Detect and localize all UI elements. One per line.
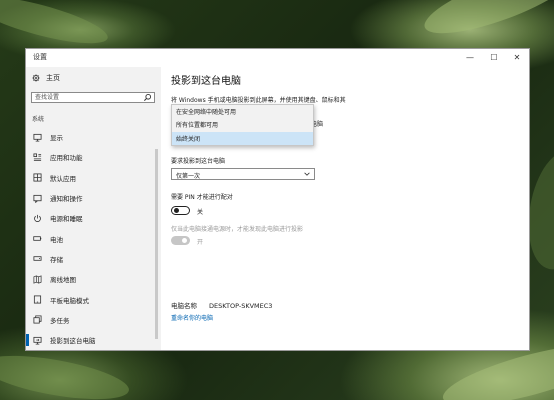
power-toggle-state: 开 xyxy=(197,239,204,246)
dropdown-option[interactable]: 所有位置都可用 xyxy=(172,118,313,131)
pin-toggle[interactable] xyxy=(171,206,190,215)
project-icon xyxy=(32,336,42,345)
search-box[interactable] xyxy=(31,92,155,103)
window-title: 设置 xyxy=(33,53,47,61)
sidebar-item-apps[interactable]: 应用和功能 xyxy=(26,147,161,167)
chevron-down-icon xyxy=(304,172,310,176)
close-button[interactable]: ✕ xyxy=(506,49,528,65)
search-input[interactable] xyxy=(32,93,135,102)
ask-label: 要求投影到这台电脑 xyxy=(171,158,226,165)
pc-name-value: DESKTOP-SKVMEC3 xyxy=(209,302,273,310)
sidebar-item-label: 应用和功能 xyxy=(50,154,83,163)
apps-icon xyxy=(32,153,41,161)
rename-pc-link[interactable]: 重命名你的电脑 xyxy=(171,313,213,322)
main-content: 投影到这台电脑 将 Windows 手机或电脑投影到此屏幕，并使用其键盘、鼠标和… xyxy=(171,67,529,350)
dropdown-option[interactable]: 在安全网络中随处可用 xyxy=(172,105,313,118)
sidebar-item-label: 多任务 xyxy=(50,316,70,325)
sidebar-item-label: 离线地图 xyxy=(50,276,76,285)
title-bar[interactable]: 设置 — ☐ ✕ xyxy=(26,49,529,67)
sidebar-item-default-apps[interactable]: 默认应用 xyxy=(26,168,161,188)
sidebar-item-label: 默认应用 xyxy=(50,174,76,183)
sidebar: 主页 系统 显示 应用和功能 默认应用 通知和操作 xyxy=(26,67,161,350)
minimize-button[interactable]: — xyxy=(459,49,481,65)
section-heading: 系统 xyxy=(32,116,45,123)
sidebar-item-label: 电池 xyxy=(50,235,63,244)
home-link[interactable]: 主页 xyxy=(32,73,60,83)
maximize-button[interactable]: ☐ xyxy=(483,49,505,65)
sidebar-item-storage[interactable]: 存储 xyxy=(26,249,161,269)
sidebar-item-battery[interactable]: 电池 xyxy=(26,228,161,248)
sidebar-item-label: 通知和操作 xyxy=(50,195,83,204)
sidebar-item-label: 存储 xyxy=(50,255,63,264)
sidebar-item-label: 投影到这台电脑 xyxy=(50,337,96,346)
sidebar-item-power[interactable]: 电源和睡眠 xyxy=(26,208,161,228)
ask-select[interactable]: 仅第一次 xyxy=(171,168,315,180)
ask-select-value: 仅第一次 xyxy=(176,173,201,180)
sidebar-item-display[interactable]: 显示 xyxy=(26,127,161,147)
notifications-icon xyxy=(32,194,42,203)
default-apps-icon xyxy=(32,173,42,182)
power-toggle[interactable] xyxy=(171,236,190,245)
sidebar-item-label: 平板电脑模式 xyxy=(50,296,89,305)
battery-icon xyxy=(32,236,41,241)
multitask-icon xyxy=(32,315,42,324)
description-text: 将 Windows 手机或电脑投影到此屏幕，并使用其键盘、鼠标和其 xyxy=(171,97,346,104)
gear-icon xyxy=(32,74,40,82)
display-icon xyxy=(32,133,42,142)
map-icon xyxy=(33,275,41,284)
sidebar-item-label: 电源和睡眠 xyxy=(50,215,83,224)
dropdown-option-selected[interactable]: 始终关闭 xyxy=(172,131,313,145)
tablet-icon xyxy=(33,295,41,304)
sidebar-item-tablet-mode[interactable]: 平板电脑模式 xyxy=(26,289,161,309)
pc-name-label: 电脑名称 xyxy=(171,302,197,310)
sidebar-item-notifications[interactable]: 通知和操作 xyxy=(26,188,161,208)
page-title: 投影到这台电脑 xyxy=(171,76,241,87)
power-label: 仅当此电脑接通电源时，才能发现此电脑进行投影 xyxy=(171,226,304,233)
power-icon xyxy=(33,214,41,222)
home-label: 主页 xyxy=(46,74,60,82)
sidebar-item-multitasking[interactable]: 多任务 xyxy=(26,310,161,330)
sidebar-nav: 显示 应用和功能 默认应用 通知和操作 电源和睡眠 电池 存储 离线地图 平板电… xyxy=(26,127,161,350)
sidebar-item-offline-maps[interactable]: 离线地图 xyxy=(26,269,161,289)
sidebar-item-project-to-pc[interactable]: 投影到这台电脑 xyxy=(26,330,161,350)
sidebar-scrollbar[interactable] xyxy=(155,149,158,339)
availability-dropdown-menu[interactable]: 在安全网络中随处可用 所有位置都可用 始终关闭 xyxy=(171,104,314,146)
pin-toggle-state: 关 xyxy=(197,209,204,216)
storage-icon xyxy=(32,256,42,262)
pc-name-row: 电脑名称 DESKTOP-SKVMEC3 xyxy=(171,300,272,310)
sidebar-item-label: 显示 xyxy=(50,134,63,143)
pin-label: 需要 PIN 才能进行配对 xyxy=(171,194,233,201)
settings-window: 设置 — ☐ ✕ 主页 系统 显示 应用和功能 默认应用 xyxy=(25,48,530,351)
search-icon[interactable] xyxy=(143,93,152,102)
